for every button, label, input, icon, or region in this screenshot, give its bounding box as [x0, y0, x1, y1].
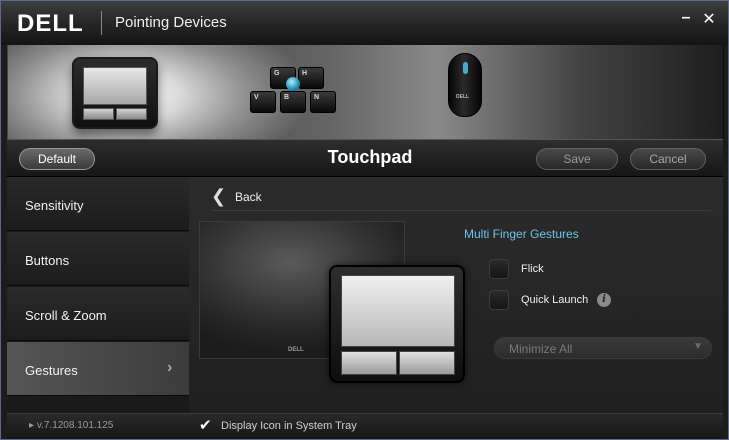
footer-bar: ▸ v.7.1208.101.125 ✔ Display Icon in Sys…: [7, 413, 723, 439]
sidebar-item-gestures[interactable]: Gestures ›: [7, 342, 189, 396]
window-title: Pointing Devices: [115, 14, 227, 31]
sidebar-item-scroll-zoom[interactable]: Scroll & Zoom: [7, 287, 189, 341]
pointing-stick-device-icon[interactable]: G H V B N: [242, 67, 352, 127]
sidebar-item-sensitivity[interactable]: Sensitivity: [7, 177, 189, 231]
sidebar-item-label: Scroll & Zoom: [25, 308, 107, 323]
touchpad-surface: [83, 67, 147, 105]
quick-launch-checkbox[interactable]: [489, 290, 509, 310]
quick-launch-option: Quick Launch i: [489, 290, 689, 312]
back-row: ❮ Back: [211, 187, 711, 211]
device-banner: G H V B N DELL: [7, 45, 724, 139]
chevron-right-icon: ›: [167, 359, 173, 376]
pointing-stick-icon: [286, 77, 300, 91]
dropdown-value: Minimize All: [509, 342, 573, 356]
gestures-panel: ❮ Back DELL Multi Finger Gestures Flick …: [189, 177, 723, 413]
default-button[interactable]: Default: [19, 148, 95, 170]
header-bar: Default Touchpad Save Cancel: [7, 139, 723, 177]
flick-label: Flick: [521, 263, 544, 275]
sidebar: Sensitivity Buttons Scroll & Zoom Gestur…: [7, 177, 189, 413]
close-button[interactable]: ✕: [700, 12, 718, 30]
pointing-devices-window: DELL Pointing Devices – ✕ G H V B N DELL…: [0, 0, 729, 440]
dell-logo: DELL: [17, 10, 84, 37]
version-label: ▸ v.7.1208.101.125: [29, 420, 114, 431]
touchpad-device-icon[interactable]: [72, 57, 158, 129]
cancel-button[interactable]: Cancel: [630, 148, 706, 170]
touchpad-left-button: [83, 108, 114, 120]
page-title: Touchpad: [327, 147, 413, 167]
mouse-wheel: [463, 62, 468, 74]
chevron-down-icon: ▼: [693, 341, 703, 352]
tray-checkbox[interactable]: ✔: [199, 418, 215, 434]
touchpad-illustration-surface: [341, 275, 455, 347]
tray-label: Display Icon in System Tray: [221, 420, 357, 432]
quick-launch-label: Quick Launch: [521, 294, 589, 306]
sidebar-item-label: Buttons: [25, 253, 70, 268]
back-button[interactable]: Back: [235, 190, 262, 204]
sidebar-item-buttons[interactable]: Buttons: [7, 232, 189, 286]
key-h: H: [298, 67, 324, 89]
sidebar-item-label: Sensitivity: [25, 198, 84, 213]
laptop-logo: DELL: [288, 347, 304, 353]
sidebar-item-label: Gestures: [25, 363, 78, 378]
save-button[interactable]: Save: [536, 148, 618, 170]
touchpad-illustration-right-button: [399, 351, 455, 375]
title-bar: DELL Pointing Devices – ✕: [1, 1, 728, 45]
section-title: Multi Finger Gestures: [464, 227, 579, 241]
back-chevron-icon[interactable]: ❮: [211, 187, 227, 205]
touchpad-illustration-left-button: [341, 351, 397, 375]
minimize-button[interactable]: –: [677, 10, 695, 30]
key-n: N: [310, 91, 336, 113]
key-b: B: [280, 91, 306, 113]
quick-launch-action-dropdown[interactable]: Minimize All ▼: [494, 337, 712, 359]
key-v: V: [250, 91, 276, 113]
flick-checkbox[interactable]: [489, 259, 509, 279]
touchpad-illustration: [329, 265, 465, 383]
flick-option: Flick: [489, 259, 689, 281]
touchpad-right-button: [116, 108, 147, 120]
mouse-logo: DELL: [456, 94, 470, 100]
version-text: v.7.1208.101.125: [36, 420, 114, 431]
mouse-device-icon[interactable]: DELL: [448, 53, 482, 117]
title-separator: [101, 11, 102, 35]
info-icon[interactable]: i: [597, 293, 611, 307]
